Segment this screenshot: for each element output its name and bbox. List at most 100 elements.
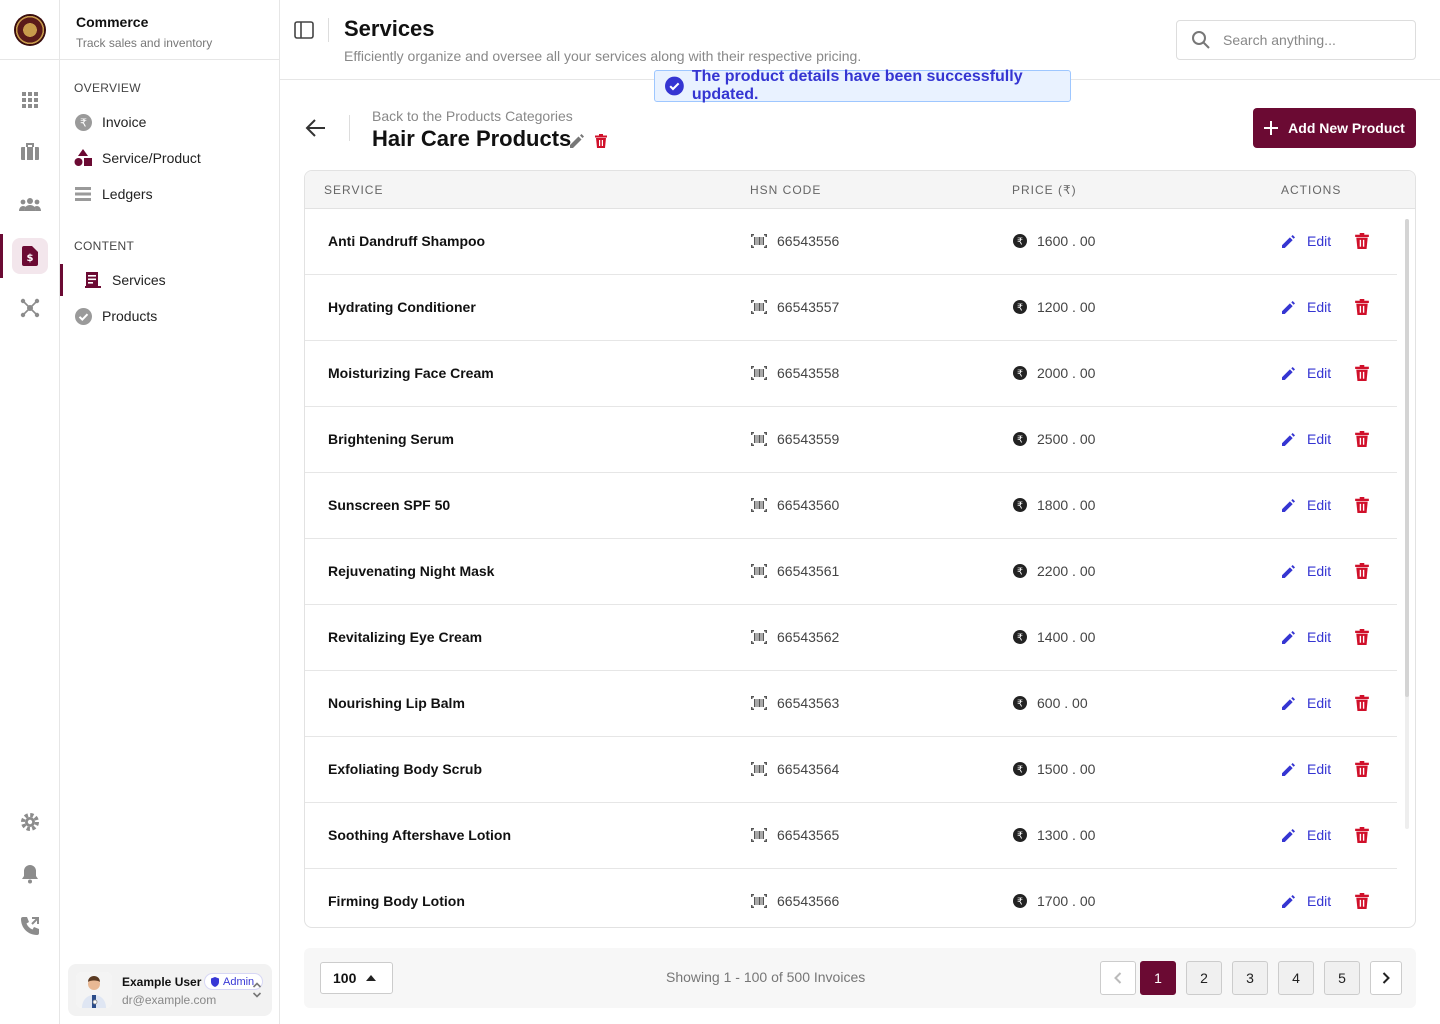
pencil-icon <box>1282 564 1295 578</box>
sidebar-item-ledgers[interactable]: Ledgers <box>74 180 153 208</box>
edit-button[interactable]: Edit <box>1282 761 1331 777</box>
edit-button[interactable]: Edit <box>1282 827 1331 843</box>
page-button-3[interactable]: 3 <box>1232 961 1268 995</box>
prev-page-button[interactable] <box>1100 961 1136 995</box>
hsn-code: 66543558 <box>777 365 840 381</box>
hsn-code: 66543560 <box>777 497 840 513</box>
sidebar-item-service-product[interactable]: Service/Product <box>74 144 201 172</box>
breadcrumb[interactable]: Back to the Products Categories <box>372 108 573 124</box>
edit-button[interactable]: Edit <box>1282 233 1331 249</box>
price-value: 1800 . 00 <box>1037 497 1096 513</box>
service-name: Anti Dandruff Shampoo <box>328 233 486 249</box>
rupee-circle-icon: ₹ <box>74 113 92 131</box>
table-row: Brightening Serum 66543559 ₹ 2500 . 00 E… <box>305 407 1397 473</box>
chevron-up-down-icon[interactable] <box>252 980 262 1005</box>
page-button-4[interactable]: 4 <box>1278 961 1314 995</box>
trash-icon[interactable] <box>1355 497 1369 513</box>
edit-button[interactable]: Edit <box>1282 695 1331 711</box>
price-cell: ₹ 2000 . 00 <box>1013 365 1095 381</box>
category-title: Hair Care Products <box>372 126 572 151</box>
edit-category-pencil-icon[interactable] <box>570 134 584 148</box>
table-row: Sunscreen SPF 50 66543560 ₹ 1800 . 00 Ed… <box>305 473 1397 539</box>
back-arrow-icon[interactable] <box>304 117 328 139</box>
service-name: Brightening Serum <box>328 431 455 447</box>
edit-button[interactable]: Edit <box>1282 431 1331 447</box>
trash-icon[interactable] <box>1355 563 1369 579</box>
trash-icon[interactable] <box>1355 233 1369 249</box>
trash-icon[interactable] <box>1355 761 1369 777</box>
svg-text:₹: ₹ <box>1017 237 1023 248</box>
sidebar-active-indicator <box>60 264 63 296</box>
trash-icon[interactable] <box>1355 893 1369 909</box>
barcode-icon <box>751 762 767 776</box>
price-cell: ₹ 1400 . 00 <box>1013 629 1095 645</box>
user-name: Example User <box>122 975 202 989</box>
team-icon[interactable] <box>12 186 48 222</box>
svg-text:₹: ₹ <box>1017 369 1023 380</box>
svg-text:₹: ₹ <box>1017 567 1023 578</box>
trash-icon[interactable] <box>1355 827 1369 843</box>
hsn-cell: 66543565 <box>751 827 839 843</box>
edit-button[interactable]: Edit <box>1282 629 1331 645</box>
add-new-product-label: Add New Product <box>1288 120 1405 136</box>
rupee-coin-icon: ₹ <box>1013 234 1027 248</box>
svg-text:₹: ₹ <box>1017 765 1023 776</box>
edit-label: Edit <box>1307 695 1332 711</box>
edit-button[interactable]: Edit <box>1282 365 1331 381</box>
notification-bell-icon[interactable] <box>12 856 48 892</box>
table-row: Soothing Aftershave Lotion 66543565 ₹ 13… <box>305 803 1397 869</box>
rupee-coin-icon: ₹ <box>1013 564 1027 578</box>
trash-icon[interactable] <box>1355 629 1369 645</box>
page-subtitle: Efficiently organize and oversee all you… <box>344 48 862 64</box>
network-hub-icon[interactable] <box>12 290 48 326</box>
add-new-product-button[interactable]: Add New Product <box>1253 108 1416 148</box>
column-header-actions: ACTIONS <box>1281 183 1342 197</box>
barcode-icon <box>751 894 767 908</box>
user-card[interactable]: Example User Admin dr@example.com <box>68 964 272 1016</box>
settings-gear-icon[interactable] <box>12 804 48 840</box>
per-page-select[interactable]: 100 <box>320 962 393 994</box>
phone-forward-icon[interactable] <box>12 908 48 944</box>
page-button-1[interactable]: 1 <box>1140 961 1176 995</box>
trash-icon[interactable] <box>1355 431 1369 447</box>
role-label: Admin <box>223 975 255 988</box>
svg-text:$: $ <box>27 253 34 264</box>
next-page-button[interactable] <box>1370 961 1402 995</box>
table-scrollbar-thumb[interactable] <box>1405 219 1409 697</box>
sidebar-item-products[interactable]: Products <box>74 302 157 330</box>
dashboard-grid-icon[interactable] <box>12 82 48 118</box>
search-box[interactable] <box>1176 20 1416 60</box>
edit-label: Edit <box>1307 563 1332 579</box>
pencil-icon <box>1282 300 1295 314</box>
trash-icon[interactable] <box>1355 299 1369 315</box>
svg-text:₹: ₹ <box>80 116 87 129</box>
panel-toggle-icon[interactable] <box>294 20 314 40</box>
table-row: Exfoliating Body Scrub 66543564 ₹ 1500 .… <box>305 737 1397 803</box>
svg-text:₹: ₹ <box>1017 633 1023 644</box>
svg-text:₹: ₹ <box>1017 897 1023 908</box>
price-value: 2200 . 00 <box>1037 563 1096 579</box>
page-button-2[interactable]: 2 <box>1186 961 1222 995</box>
barcode-icon <box>751 498 767 512</box>
check-circle-icon <box>665 76 684 96</box>
sidebar-item-invoice[interactable]: ₹ Invoice <box>74 108 146 136</box>
avatar <box>76 972 112 1008</box>
delete-category-trash-icon[interactable] <box>595 134 607 148</box>
pencil-icon <box>1282 234 1295 248</box>
sidebar-item-label: Products <box>102 308 158 324</box>
edit-button[interactable]: Edit <box>1282 893 1331 909</box>
sidebar-item-services[interactable]: Services <box>84 266 166 294</box>
edit-button[interactable]: Edit <box>1282 299 1331 315</box>
page-button-5[interactable]: 5 <box>1324 961 1360 995</box>
edit-button[interactable]: Edit <box>1282 563 1331 579</box>
briefcase-icon[interactable] <box>12 134 48 170</box>
app-tagline: Track sales and inventory <box>76 36 213 50</box>
svg-text:₹: ₹ <box>1017 699 1023 710</box>
sidebar-item-label: Invoice <box>102 114 147 130</box>
per-page-value: 100 <box>333 970 357 986</box>
trash-icon[interactable] <box>1355 695 1369 711</box>
search-input[interactable] <box>1223 32 1403 48</box>
edit-button[interactable]: Edit <box>1282 497 1331 513</box>
invoice-document-icon[interactable]: $ <box>12 238 48 274</box>
trash-icon[interactable] <box>1355 365 1369 381</box>
